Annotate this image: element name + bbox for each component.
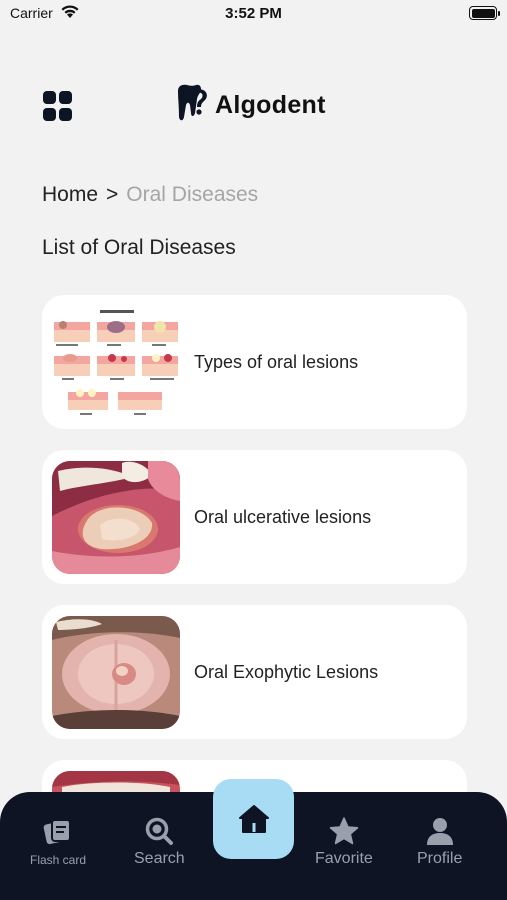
card-label: Oral Exophytic Lesions (194, 661, 379, 682)
nav-home[interactable] (213, 779, 294, 859)
search-icon (143, 815, 175, 847)
home-icon (238, 805, 269, 833)
nav-flash-card[interactable]: Flash card (30, 815, 86, 867)
person-icon (424, 815, 456, 847)
grid-menu-icon[interactable] (43, 91, 73, 121)
nav-label-search: Search (134, 850, 185, 867)
star-icon (328, 815, 360, 847)
lesions-diagram-thumbnail (52, 305, 180, 419)
card-label: Oral ulcerative lesions (194, 506, 372, 527)
battery-icon (469, 6, 500, 20)
flash-card-icon (42, 815, 74, 847)
nav-profile[interactable]: Profile (417, 815, 462, 868)
tooth-question-logo (178, 84, 207, 121)
breadcrumb-current: Oral Diseases (126, 183, 259, 206)
app-logo: Algodent (175, 83, 326, 127)
card-types-of-oral-lesions[interactable]: Types of oral lesions (42, 295, 467, 429)
nav-label-profile: Profile (417, 850, 463, 867)
exophytic-photo-thumbnail (52, 615, 180, 729)
app-name: Algodent (215, 90, 326, 119)
nav-label-flash-card: Flash card (30, 853, 87, 867)
page-title: List of Oral Diseases (42, 236, 236, 259)
clock: 3:52 PM (225, 5, 282, 22)
nav-favorite[interactable]: Favorite (315, 815, 373, 868)
breadcrumb-separator: > (106, 183, 119, 206)
card-oral-ulcerative-lesions[interactable]: Oral ulcerative lesions (42, 450, 467, 584)
breadcrumb: Home > Oral Diseases (42, 183, 258, 207)
status-bar: Carrier 3:52 PM (0, 0, 507, 30)
breadcrumb-home[interactable]: Home (42, 183, 98, 207)
card-label: Types of oral lesions (194, 351, 359, 372)
nav-label-favorite: Favorite (315, 850, 373, 867)
nav-search[interactable]: Search (134, 815, 185, 868)
card-oral-exophytic-lesions[interactable]: Oral Exophytic Lesions (42, 605, 467, 739)
ulcer-photo-thumbnail (52, 460, 180, 574)
